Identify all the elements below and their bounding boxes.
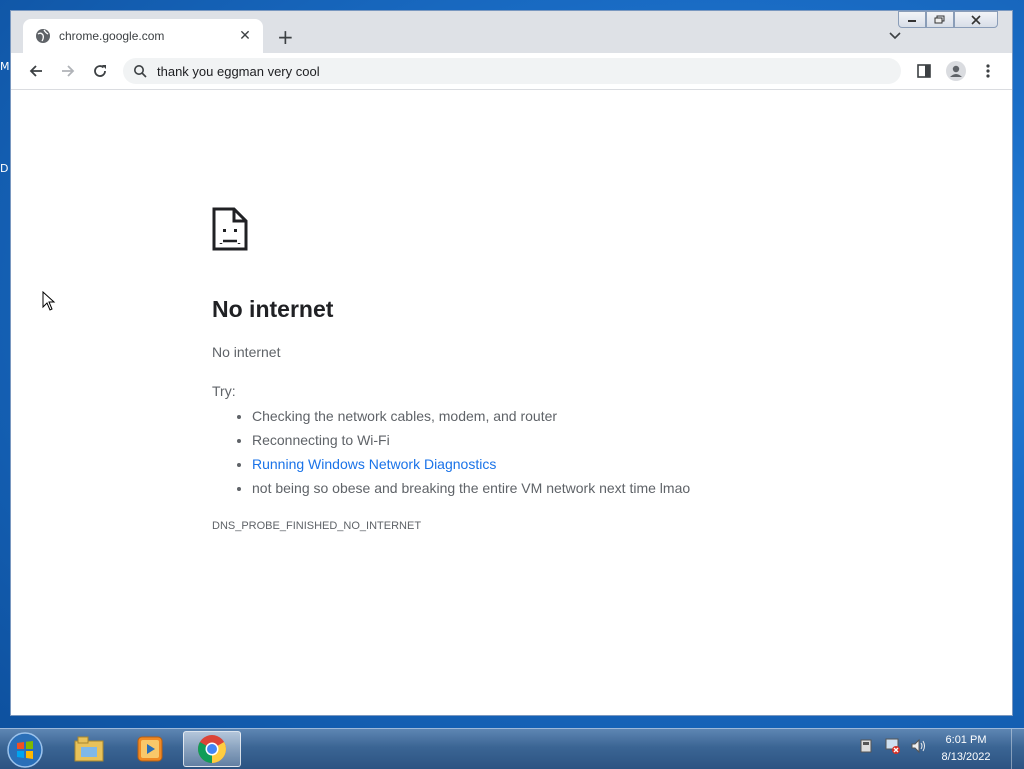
arrow-left-icon bbox=[29, 65, 42, 77]
side-panel-icon bbox=[917, 64, 931, 78]
tab-active[interactable]: chrome.google.com ✕ bbox=[23, 19, 263, 53]
omnibox[interactable]: thank you eggman very cool bbox=[123, 58, 901, 84]
search-icon bbox=[134, 65, 147, 78]
arrow-right-icon bbox=[62, 65, 75, 77]
browser-window: chrome.google.com ✕ + thank you eggman v… bbox=[10, 10, 1013, 716]
error-subtitle: No internet bbox=[212, 344, 281, 360]
profile-button[interactable] bbox=[946, 61, 966, 81]
system-tray bbox=[858, 737, 928, 755]
reload-icon bbox=[94, 65, 106, 77]
avatar-icon bbox=[946, 61, 966, 81]
clock-date: 8/13/2022 bbox=[941, 751, 991, 763]
windows-start-icon[interactable] bbox=[6, 731, 44, 769]
list-item: Reconnecting to Wi-Fi bbox=[252, 430, 690, 454]
mouse-cursor-icon bbox=[42, 291, 56, 311]
taskbar-explorer-button[interactable] bbox=[60, 731, 118, 767]
side-panel-button[interactable] bbox=[914, 61, 934, 81]
page-content: No internet No internet Try: Checking th… bbox=[11, 90, 1012, 715]
show-desktop-button[interactable] bbox=[1011, 729, 1024, 769]
forward-button[interactable] bbox=[58, 61, 78, 81]
action-center-flag-icon[interactable] bbox=[858, 737, 876, 755]
media-player-icon bbox=[137, 736, 163, 762]
restore-button[interactable] bbox=[926, 11, 954, 28]
list-item: not being so obese and breaking the enti… bbox=[252, 478, 690, 502]
page-title: No internet bbox=[212, 296, 334, 322]
clock[interactable]: 6:01 PM 8/13/2022 bbox=[926, 732, 1006, 766]
browser-toolbar: thank you eggman very cool bbox=[11, 53, 1012, 90]
minimize-button[interactable] bbox=[898, 11, 926, 28]
list-item[interactable]: Running Windows Network Diagnostics bbox=[252, 454, 690, 478]
network-diagnostics-link[interactable]: Running Windows Network Diagnostics bbox=[252, 456, 496, 472]
back-button[interactable] bbox=[26, 61, 46, 81]
tab-strip: chrome.google.com ✕ + bbox=[11, 11, 1012, 53]
taskbar-media-player-button[interactable] bbox=[121, 731, 179, 767]
menu-button[interactable] bbox=[978, 61, 998, 81]
desktop-icon-label-partial[interactable]: D bbox=[0, 162, 8, 175]
minimize-icon bbox=[908, 19, 916, 22]
windows-explorer-icon bbox=[74, 736, 104, 762]
suggestion-text: not being so obese and breaking the enti… bbox=[252, 480, 691, 496]
clock-time: 6:01 PM bbox=[945, 734, 987, 746]
close-icon[interactable]: ✕ bbox=[237, 28, 253, 44]
suggestion-text: Checking the network cables, modem, and … bbox=[252, 408, 558, 424]
reload-button[interactable] bbox=[90, 61, 110, 81]
window-caption-buttons bbox=[898, 11, 998, 28]
error-code: DNS_PROBE_FINISHED_NO_INTERNET bbox=[212, 520, 422, 532]
tab-title: chrome.google.com bbox=[59, 29, 165, 43]
taskbar-chrome-button[interactable] bbox=[183, 731, 241, 767]
list-item: Checking the network cables, modem, and … bbox=[252, 406, 690, 430]
try-label: Try: bbox=[212, 383, 236, 399]
suggestion-list: Checking the network cables, modem, and … bbox=[212, 406, 690, 502]
omnibox-text: thank you eggman very cool bbox=[157, 63, 320, 79]
globe-icon bbox=[36, 29, 50, 43]
new-tab-button[interactable]: + bbox=[277, 27, 294, 47]
sad-document-icon bbox=[212, 207, 248, 251]
network-disconnected-icon[interactable] bbox=[884, 737, 902, 755]
taskbar: 6:01 PM 8/13/2022 bbox=[0, 728, 1024, 769]
restore-icon bbox=[934, 15, 945, 23]
chevron-down-icon[interactable] bbox=[889, 32, 901, 40]
close-window-button[interactable] bbox=[954, 11, 998, 28]
suggestion-text: Reconnecting to Wi-Fi bbox=[252, 432, 390, 448]
kebab-menu-icon bbox=[986, 64, 990, 78]
close-icon bbox=[971, 14, 981, 25]
chrome-icon bbox=[198, 735, 226, 763]
desktop-icon-label-partial[interactable]: M bbox=[0, 60, 10, 73]
